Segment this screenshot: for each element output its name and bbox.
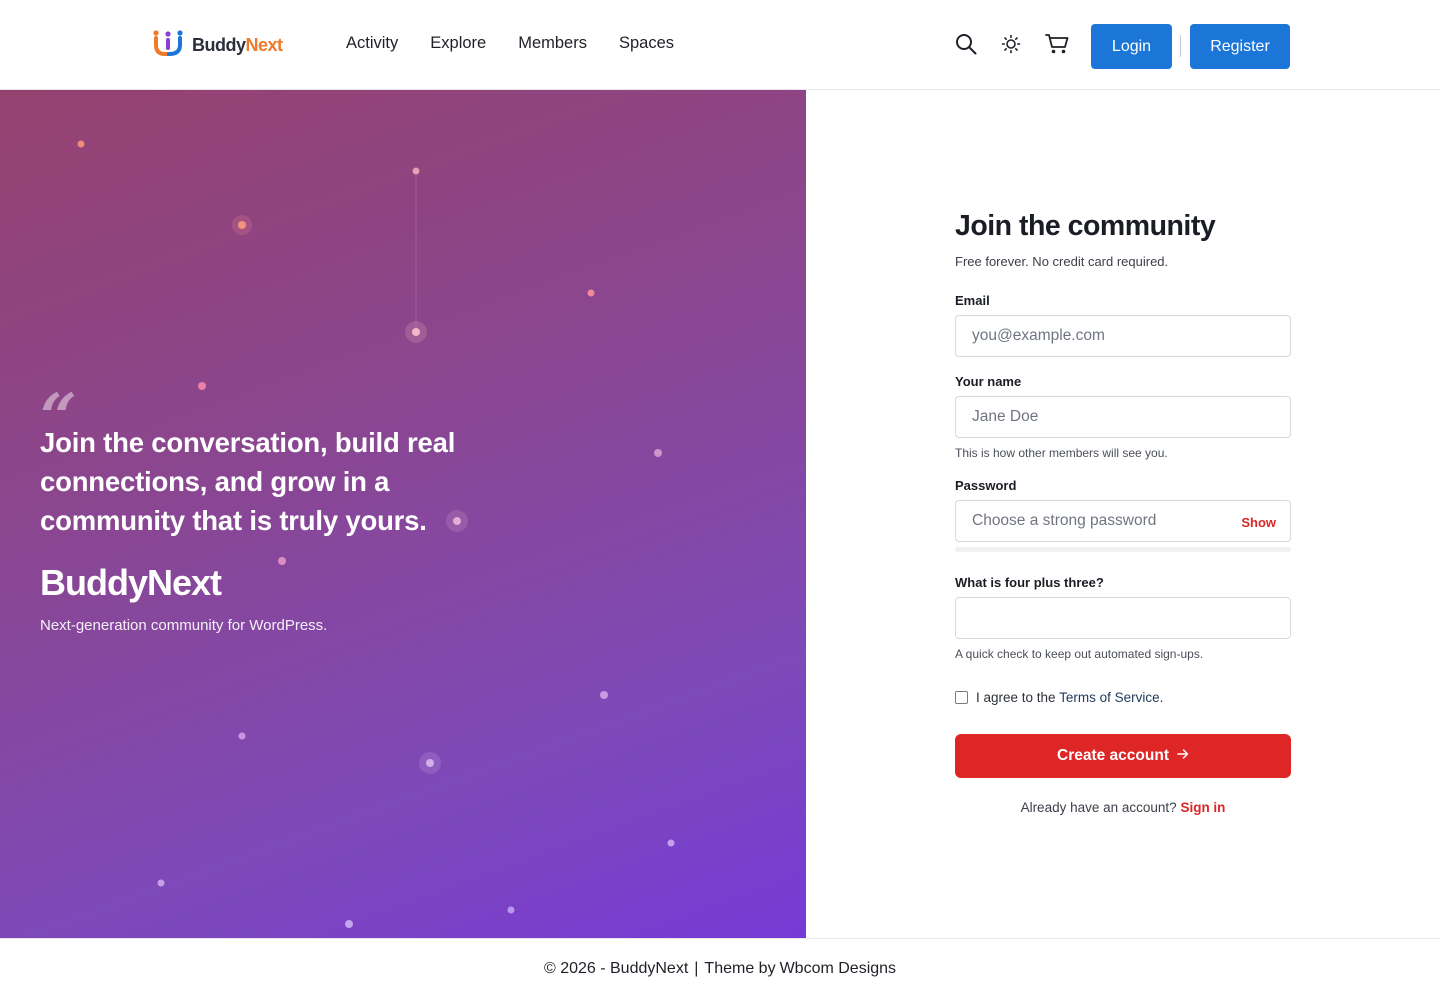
name-hint: This is how other members will see you. [955,446,1168,460]
form-subtitle: Free forever. No credit card required. [955,254,1169,269]
login-button[interactable]: Login [1091,24,1172,69]
email-field[interactable] [955,315,1291,357]
terms-checkbox[interactable] [955,691,968,704]
logo-text: BuddyNext [192,34,283,55]
password-strength-meter [955,547,1291,552]
form-title: Join the community [955,210,1216,242]
header-divider [1180,35,1181,57]
show-password-button[interactable]: Show [1241,515,1276,530]
captcha-hint: A quick check to keep out automated sign… [955,647,1204,661]
nav-spaces[interactable]: Spaces [619,34,674,53]
hero-panel: “ Join the conversation, build real conn… [0,90,806,938]
site-logo[interactable]: BuddyNext [152,28,283,63]
arrow-right-icon [1177,747,1189,765]
sun-icon[interactable] [999,32,1023,56]
site-footer: © 2026 - BuddyNext | Theme by Wbcom Desi… [0,938,1440,1000]
main-nav: Activity Explore Members Spaces [346,34,674,53]
nav-activity[interactable]: Activity [346,34,398,53]
captcha-field[interactable] [955,597,1291,639]
footer-theme-link[interactable]: Wbcom Designs [780,960,896,978]
name-field[interactable] [955,396,1291,438]
site-header: BuddyNext Activity Explore Members Space… [0,0,1440,90]
terms-agreement: I agree to the Terms of Service. [955,690,1163,705]
create-account-label: Create account [1057,747,1169,764]
signin-prompt: Already have an account? Sign in [1020,800,1226,815]
hero-brand: BuddyNext [40,562,222,603]
search-icon[interactable] [954,32,978,56]
cart-icon[interactable] [1045,32,1069,56]
password-label: Password [955,478,1017,493]
terms-link[interactable]: Terms of Service [1059,690,1160,705]
hero-quote: Join the conversation, build real connec… [40,427,456,536]
signup-form: Join the community Free forever. No cred… [955,210,1291,815]
email-label: Email [955,293,990,308]
hero-tagline: Next-generation community for WordPress. [40,617,328,634]
nav-explore[interactable]: Explore [430,34,486,53]
signin-link[interactable]: Sign in [1180,800,1225,815]
name-label: Your name [955,374,1022,389]
footer-copyright: © 2026 - BuddyNext [543,959,689,977]
register-button[interactable]: Register [1190,24,1290,69]
captcha-label: What is four plus three? [955,575,1104,590]
terms-text: I agree to the Terms of Service. [976,690,1164,705]
nav-members[interactable]: Members [518,34,587,53]
footer-theme-credit: Theme by [704,959,776,977]
footer-separator: | [694,959,699,977]
logo-icon [152,28,186,63]
create-account-button[interactable]: Create account [955,734,1291,778]
